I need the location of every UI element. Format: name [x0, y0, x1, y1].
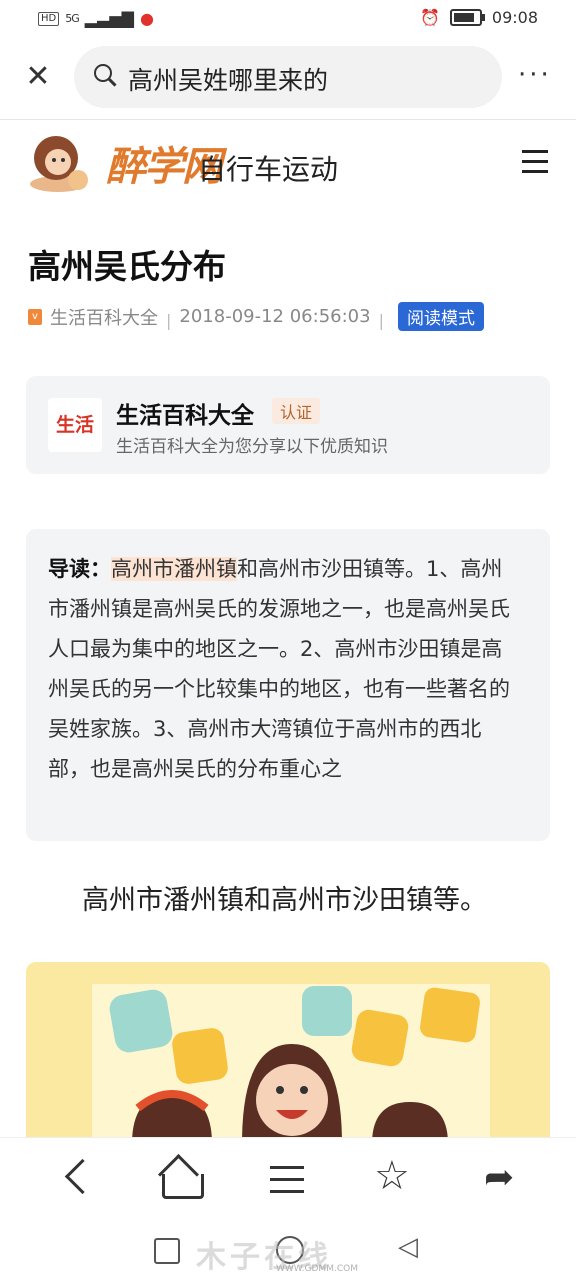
- hd-badge: HD: [38, 11, 60, 26]
- author-logo: 生活: [48, 398, 102, 452]
- home-icon-body: [162, 1174, 204, 1199]
- source-name[interactable]: 生活百科大全: [50, 304, 158, 330]
- watermark-url: WWW.GDMM.COM: [276, 1264, 358, 1274]
- signal-icon: ▂▃▅▇: [84, 9, 134, 28]
- illustration-art-icon: [109, 986, 480, 1137]
- chevron-left-icon: [64, 1158, 101, 1195]
- page-title: 高州吴氏分布: [28, 247, 226, 286]
- meta-separator: |: [166, 311, 172, 330]
- guide-label: 导读：: [48, 557, 111, 581]
- favorite-button[interactable]: ☆: [372, 1156, 422, 1200]
- bottom-toolbar: ☆ ➦: [0, 1137, 576, 1221]
- divider: [0, 119, 576, 120]
- signal-label: 5G: [65, 12, 79, 25]
- share-icon: ➦: [484, 1157, 515, 1198]
- star-icon: ☆: [374, 1153, 410, 1199]
- body-paragraph: 高州市潘州镇和高州市沙田镇等。: [82, 885, 487, 916]
- meta-separator: |: [378, 311, 384, 330]
- menu-button[interactable]: [266, 1160, 316, 1200]
- certified-badge: 认证: [272, 398, 321, 424]
- author-description: 生活百科大全为您分享以下优质知识: [116, 437, 388, 457]
- verified-icon: v: [28, 308, 42, 325]
- status-bar: HD 5G ▂▃▅▇ ● ⏰ 09:08: [0, 0, 576, 38]
- illustration: [92, 984, 490, 1137]
- site-logo[interactable]: 醉学网: [28, 130, 222, 194]
- triangle-back-icon[interactable]: ◁: [398, 1234, 418, 1260]
- guide-body: 和高州市沙田镇等。1、高州市潘州镇是高州吴氏的发源地之一，也是高州吴氏人口最为集…: [48, 557, 510, 781]
- article-meta: v 生活百科大全 | 2018-09-12 06:56:03 | 阅读模式: [28, 302, 484, 331]
- status-left: HD 5G ▂▃▅▇ ●: [38, 9, 154, 28]
- status-time: 09:08: [491, 8, 538, 27]
- close-icon[interactable]: ✕: [22, 60, 54, 94]
- author-card[interactable]: 生活 生活百科大全 认证 生活百科大全为您分享以下优质知识: [26, 376, 550, 474]
- more-icon[interactable]: ···: [518, 62, 552, 88]
- share-button[interactable]: ➦: [480, 1157, 530, 1200]
- guide-highlight[interactable]: 高州市潘州镇: [111, 557, 237, 581]
- weibo-icon: ●: [139, 9, 154, 28]
- section-title: 自行车运动: [198, 153, 339, 186]
- search-query[interactable]: 高州吴姓哪里来的: [128, 61, 328, 97]
- home-button[interactable]: [157, 1153, 208, 1200]
- menu-icon[interactable]: [522, 150, 548, 174]
- guide-summary: 导读：高州市潘州镇和高州市沙田镇等。1、高州市潘州镇是高州吴氏的发源地之一，也是…: [26, 529, 550, 841]
- author-name[interactable]: 生活百科大全: [116, 396, 254, 430]
- logo-mascot-icon: [30, 136, 88, 192]
- publish-date: 2018-09-12 06:56:03: [179, 306, 371, 327]
- alarm-icon: ⏰: [419, 8, 440, 27]
- article-image: [26, 962, 550, 1137]
- search-icon: [94, 64, 112, 82]
- read-mode-button[interactable]: 阅读模式: [397, 302, 484, 331]
- battery-icon: [449, 9, 485, 26]
- status-right: ⏰ 09:08: [420, 8, 538, 27]
- guide-text: 导读：高州市潘州镇和高州市沙田镇等。1、高州市潘州镇是高州吴氏的发源地之一，也是…: [48, 549, 516, 789]
- search-input[interactable]: 高州吴姓哪里来的: [74, 46, 502, 108]
- recents-icon[interactable]: [154, 1238, 180, 1264]
- back-button[interactable]: [56, 1158, 106, 1200]
- system-nav-bar: ◁ 木子在线 WWW.GDMM.COM: [0, 1220, 576, 1280]
